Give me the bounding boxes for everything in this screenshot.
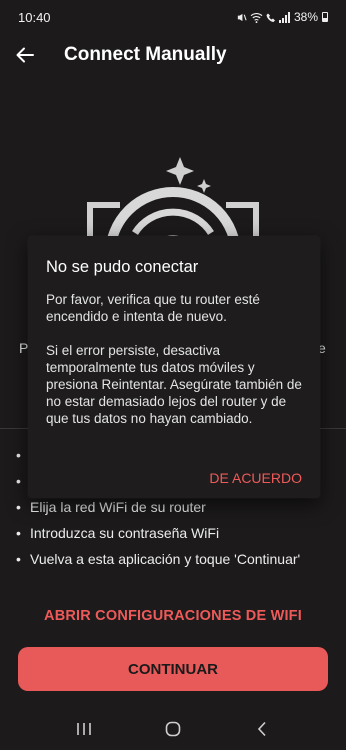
- recents-button[interactable]: [64, 714, 104, 744]
- dialog-body: Por favor, verifica que tu router esté e…: [46, 291, 302, 427]
- open-wifi-settings-link[interactable]: ABRIR CONFIGURACIONES DE WIFI: [0, 608, 346, 624]
- home-button[interactable]: [153, 714, 193, 744]
- page-title: Connect Manually: [64, 44, 227, 65]
- system-nav-bar: [0, 708, 346, 750]
- call-icon: [266, 13, 275, 22]
- list-item: • Introduzca su contraseña WiFi: [16, 525, 220, 541]
- home-icon: [165, 721, 181, 737]
- recents-icon: [77, 723, 92, 735]
- back-button[interactable]: [0, 34, 50, 76]
- continue-button[interactable]: CONTINUAR: [18, 647, 328, 691]
- bullet: •: [16, 447, 21, 463]
- bullet: •: [16, 499, 21, 515]
- wifi-status-icon: [250, 12, 263, 23]
- bullet: •: [16, 551, 21, 567]
- error-dialog: No se pudo conectar Por favor, verifica …: [28, 236, 320, 498]
- signal-icon: [278, 11, 290, 23]
- back-nav-icon: [257, 721, 266, 737]
- status-indicators: 38%: [236, 10, 328, 24]
- background-text-fragment: P: [19, 340, 29, 356]
- status-icons: [236, 11, 290, 23]
- nav-back-button[interactable]: [242, 714, 282, 744]
- sparkle-icon: [166, 157, 194, 185]
- mute-icon: [237, 13, 247, 21]
- battery-percent: 38%: [293, 10, 318, 24]
- dialog-message: Por favor, verifica que tu router esté e…: [46, 292, 260, 324]
- battery-icon: [322, 12, 328, 22]
- status-bar: 10:40 38%: [0, 0, 346, 34]
- bullet: •: [16, 473, 21, 489]
- app-bar: Connect Manually: [0, 34, 346, 76]
- dialog-actions: DE ACUERDO: [209, 470, 302, 488]
- back-arrow-icon: [16, 47, 34, 63]
- dialog-title: No se pudo conectar: [46, 258, 199, 276]
- status-time: 10:40: [18, 9, 51, 25]
- list-item: • Vuelva a esta aplicación y toque 'Conti…: [16, 551, 301, 567]
- ok-button[interactable]: DE ACUERDO: [209, 470, 302, 486]
- dialog-message: Si el error persiste, desactiva temporal…: [46, 343, 302, 426]
- bullet: •: [16, 525, 21, 541]
